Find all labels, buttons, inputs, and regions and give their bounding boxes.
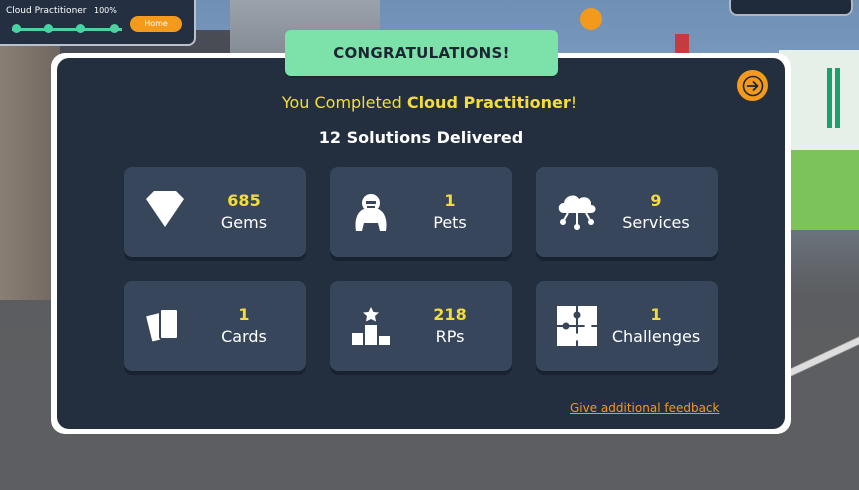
hud-progress-track (12, 28, 122, 31)
hud-progress-dot (44, 24, 53, 33)
stat-label: Pets (433, 213, 467, 232)
stat-card-challenges: 1 Challenges (536, 281, 718, 371)
stat-value: 685 (227, 191, 261, 210)
stat-label: Services (622, 213, 690, 232)
road-marking (789, 300, 859, 420)
completed-prefix: You Completed (281, 93, 407, 112)
cloud-network-icon (558, 195, 596, 230)
hud-percent: 100% (94, 6, 117, 15)
stat-value: 9 (650, 191, 662, 210)
stat-card-gems: 685 Gems (124, 167, 306, 257)
stat-label: Challenges (611, 327, 701, 346)
hud-title: Cloud Practitioner (6, 6, 87, 16)
podium-icon (352, 307, 390, 345)
map-marker-icon (580, 8, 602, 30)
stat-label: RPs (435, 327, 465, 346)
stat-card-services: 9 Services (536, 167, 718, 257)
solutions-delivered: 12 Solutions Delivered (318, 128, 524, 147)
hud-top-right (729, 0, 853, 16)
hud-home-button[interactable]: Home (130, 16, 182, 32)
stat-value: 218 (433, 305, 467, 324)
congratulations-banner: CONGRATULATIONS! (285, 30, 558, 76)
stat-label: Cards (221, 327, 267, 346)
completed-message: You Completed Cloud Practitioner! (0, 93, 859, 112)
progress-hud: Cloud Practitioner 100% Home (0, 0, 196, 46)
stat-label: Gems (220, 213, 268, 232)
stat-value: 1 (444, 191, 456, 210)
hud-progress-dot (110, 24, 119, 33)
grass (789, 150, 859, 230)
gem-icon (146, 191, 184, 227)
feedback-link[interactable]: Give additional feedback (570, 401, 719, 415)
completed-suffix: ! (570, 93, 578, 112)
stat-card-cards: 1 Cards (124, 281, 306, 371)
hud-progress-dot (12, 24, 21, 33)
stat-value: 1 (650, 305, 662, 324)
stat-card-rps: 218 RPs (330, 281, 512, 371)
gorilla-icon (355, 194, 387, 231)
hud-progress-dot (76, 24, 85, 33)
puzzle-icon (557, 306, 597, 346)
stat-value: 1 (238, 305, 250, 324)
completed-course-name: Cloud Practitioner (406, 93, 571, 112)
stat-card-pets: 1 Pets (330, 167, 512, 257)
cards-icon (144, 308, 179, 344)
